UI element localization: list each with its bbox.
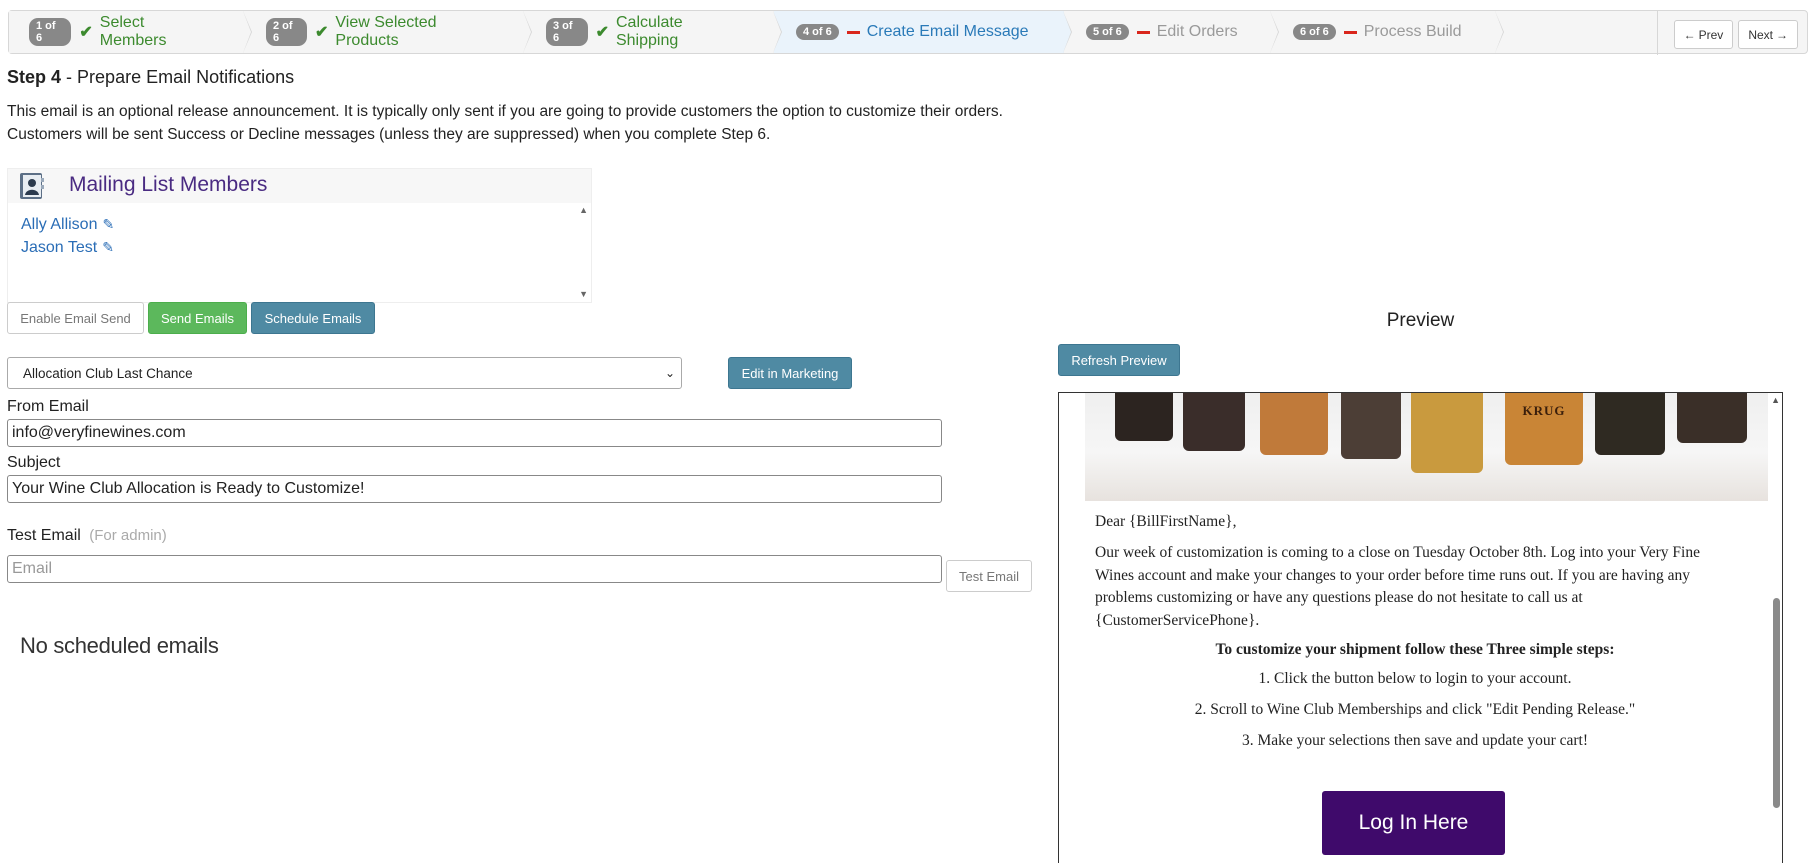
scroll-up-icon[interactable]: ▲ — [1771, 395, 1780, 405]
bottle — [1677, 393, 1747, 443]
page-title: Step 4 - Prepare Email Notifications — [7, 67, 294, 88]
email-preview-frame[interactable]: KRUG Dear {BillFirstName}, Our week of c… — [1058, 392, 1783, 863]
description-line: Customers will be sent Success or Declin… — [7, 126, 771, 143]
check-icon: ✔ — [595, 24, 609, 41]
step-label: Edit Orders — [1156, 23, 1238, 40]
email-steps-heading: To customize your shipment follow these … — [1215, 641, 1615, 658]
list-item[interactable]: Jason Test ✎ — [21, 236, 114, 259]
email-paragraph: Our week of customization is coming to a… — [1095, 544, 1700, 629]
mailing-list-header: Mailing List Members — [8, 169, 591, 203]
template-selected-value: Allocation Club Last Chance — [23, 365, 193, 381]
refresh-preview-button[interactable]: Refresh Preview — [1058, 344, 1180, 376]
champagne-bottles-image: KRUG — [1085, 393, 1768, 501]
pencil-icon[interactable]: ✎ — [102, 236, 114, 259]
wizard-step-select-members[interactable]: 1 of 6 ✔ Select Members — [9, 11, 252, 53]
arrow-left-icon: ← — [1683, 27, 1696, 42]
member-list: Ally Allison ✎ Jason Test ✎ — [21, 213, 114, 259]
from-email-label: From Email — [7, 398, 89, 415]
no-scheduled-emails-text: No scheduled emails — [20, 633, 219, 658]
template-select[interactable]: Allocation Club Last Chance ⌄ — [7, 357, 682, 389]
step-badge: 6 of 6 — [1293, 24, 1336, 40]
step-description: This email is an optional release announ… — [7, 100, 1003, 146]
wizard-step-view-selected-products[interactable]: 2 of 6 ✔ View Selected Products — [244, 11, 532, 53]
description-line: This email is an optional release announ… — [7, 103, 1003, 120]
list-item[interactable]: Ally Allison ✎ — [21, 213, 114, 236]
subject-field[interactable]: Your Wine Club Allocation is Ready to Cu… — [7, 475, 942, 503]
step-title-text: - Prepare Email Notifications — [66, 67, 295, 87]
next-label: Next — [1748, 27, 1773, 42]
step-label: Process Build — [1363, 23, 1462, 40]
check-icon: ✔ — [79, 24, 93, 41]
preview-scrollbar[interactable]: ▲ — [1770, 393, 1782, 863]
test-email-hint: (For admin) — [89, 527, 167, 544]
chevron-down-icon: ⌄ — [664, 366, 675, 380]
contact-book-icon — [20, 173, 44, 199]
step-badge: 4 of 6 — [796, 24, 839, 40]
test-email-button[interactable]: Test Email — [946, 560, 1032, 592]
send-emails-button[interactable]: Send Emails — [148, 302, 247, 334]
wizard-step-calculate-shipping[interactable]: 3 of 6 ✔ Calculate Shipping — [524, 11, 782, 53]
bottle: KRUG — [1505, 393, 1583, 465]
test-email-field[interactable]: Email — [7, 555, 942, 583]
email-greeting: Dear {BillFirstName}, — [1095, 513, 1237, 530]
bottle — [1183, 393, 1245, 451]
enable-email-send-button[interactable]: Enable Email Send — [7, 302, 144, 334]
bottle — [1115, 393, 1173, 441]
step-badge: 1 of 6 — [29, 18, 72, 46]
minus-icon — [846, 30, 860, 34]
email-step: 1. Click the button below to login to yo… — [1258, 670, 1572, 687]
step-label: Calculate Shipping — [615, 14, 683, 49]
test-email-label: Test Email (For admin) — [7, 527, 167, 545]
subject-label: Subject — [7, 454, 61, 471]
login-button[interactable]: Log In Here — [1322, 791, 1505, 855]
bottle — [1341, 393, 1401, 459]
scroll-down-icon[interactable]: ▼ — [579, 289, 588, 299]
preview-title: Preview — [1386, 310, 1455, 331]
email-step: 3. Make your selections then save and up… — [1241, 732, 1589, 749]
bottle — [1411, 393, 1483, 473]
bottle-label: KRUG — [1522, 403, 1566, 418]
step-badge: 3 of 6 — [546, 18, 588, 46]
step-label: Select Members — [99, 14, 167, 49]
pencil-icon[interactable]: ✎ — [102, 213, 114, 236]
from-email-field[interactable]: info@veryfinewines.com — [7, 419, 942, 447]
mailing-list-title: Mailing List Members — [69, 173, 268, 196]
wizard-step-create-email-message[interactable]: 4 of 6 Create Email Message — [774, 11, 1072, 53]
next-button[interactable]: Next → — [1738, 20, 1798, 49]
email-step: 2. Scroll to Wine Club Memberships and c… — [1194, 701, 1636, 718]
step-number: Step 4 — [7, 67, 62, 87]
wizard-bar: 1 of 6 ✔ Select Members 2 of 6 ✔ View Se… — [8, 10, 1808, 55]
bottle — [1260, 393, 1328, 455]
divider — [1656, 11, 1658, 55]
check-icon: ✔ — [315, 24, 329, 41]
schedule-emails-button[interactable]: Schedule Emails — [251, 302, 375, 334]
prev-label: Prev — [1698, 27, 1724, 42]
scroll-up-icon[interactable]: ▲ — [579, 205, 588, 215]
step-badge: 5 of 6 — [1086, 24, 1129, 40]
email-body: Dear {BillFirstName}, Our week of custom… — [1095, 511, 1735, 752]
step-badge: 2 of 6 — [266, 18, 308, 46]
prev-button[interactable]: ← Prev — [1673, 20, 1734, 49]
step-label: View Selected Products — [335, 14, 437, 49]
scrollbar-thumb[interactable] — [1773, 598, 1780, 808]
wizard-steps: 1 of 6 ✔ Select Members 2 of 6 ✔ View Se… — [9, 11, 1504, 53]
wizard-step-edit-orders[interactable]: 5 of 6 Edit Orders — [1064, 11, 1279, 53]
test-email-label-text: Test Email — [7, 527, 81, 544]
minus-icon — [1343, 30, 1357, 34]
member-name[interactable]: Ally Allison — [21, 213, 97, 236]
bottle — [1595, 393, 1665, 455]
step-label: Create Email Message — [866, 23, 1029, 40]
minus-icon — [1136, 30, 1150, 34]
edit-in-marketing-button[interactable]: Edit in Marketing — [728, 357, 852, 389]
wizard-nav: ← Prev Next → — [1656, 11, 1798, 55]
wizard-step-process-build[interactable]: 6 of 6 Process Build — [1271, 11, 1504, 53]
arrow-right-icon: → — [1776, 27, 1788, 42]
member-name[interactable]: Jason Test — [21, 236, 97, 259]
mailing-list-panel: Mailing List Members Ally Allison ✎ Jaso… — [7, 168, 592, 303]
